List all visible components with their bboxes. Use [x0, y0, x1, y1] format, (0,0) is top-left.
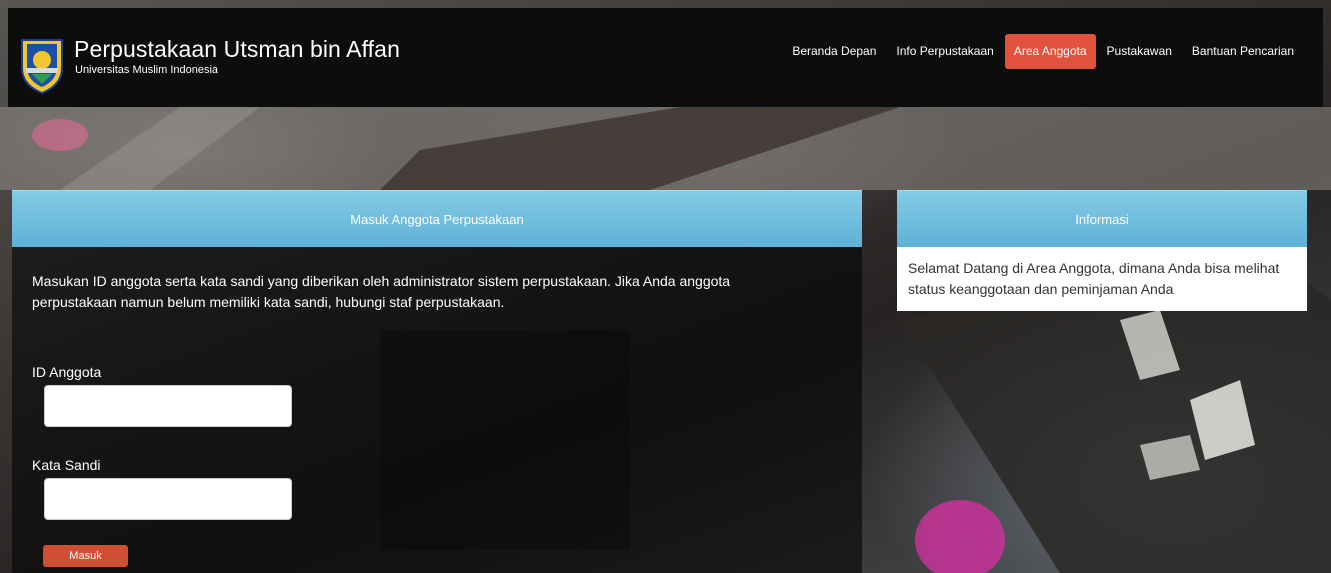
info-panel: Informasi Selamat Datang di Area Anggota…: [897, 190, 1307, 311]
university-crest-icon: [21, 39, 63, 94]
login-panel: Masuk Anggota Perpustakaan Masukan ID an…: [12, 190, 862, 573]
password-input[interactable]: [44, 478, 292, 520]
member-id-label: ID Anggota: [32, 364, 102, 380]
login-form: Masukan ID anggota serta kata sandi yang…: [12, 247, 862, 573]
login-submit-button[interactable]: Masuk: [43, 545, 128, 567]
site-subtitle: Universitas Muslim Indonesia: [75, 64, 219, 76]
info-panel-title: Informasi: [897, 190, 1307, 247]
info-panel-text: Selamat Datang di Area Anggota, dimana A…: [897, 247, 1307, 311]
site-header: Perpustakaan Utsman bin Affan Universita…: [8, 8, 1323, 107]
member-id-input[interactable]: [44, 385, 292, 427]
nav-item-pustakawan[interactable]: Pustakawan: [1098, 34, 1181, 69]
login-panel-title: Masuk Anggota Perpustakaan: [12, 190, 862, 247]
nav-item-info-perpustakaan[interactable]: Info Perpustakaan: [887, 34, 1002, 69]
site-title[interactable]: Perpustakaan Utsman bin Affan: [74, 36, 400, 63]
login-description: Masukan ID anggota serta kata sandi yang…: [32, 273, 731, 310]
nav-item-area-anggota[interactable]: Area Anggota: [1004, 34, 1096, 69]
nav-item-bantuan-pencarian[interactable]: Bantuan Pencarian: [1183, 34, 1303, 69]
main-nav: Beranda Depan Info Perpustakaan Area Ang…: [781, 34, 1303, 69]
nav-item-beranda-depan[interactable]: Beranda Depan: [783, 34, 885, 69]
password-label: Kata Sandi: [32, 457, 101, 473]
